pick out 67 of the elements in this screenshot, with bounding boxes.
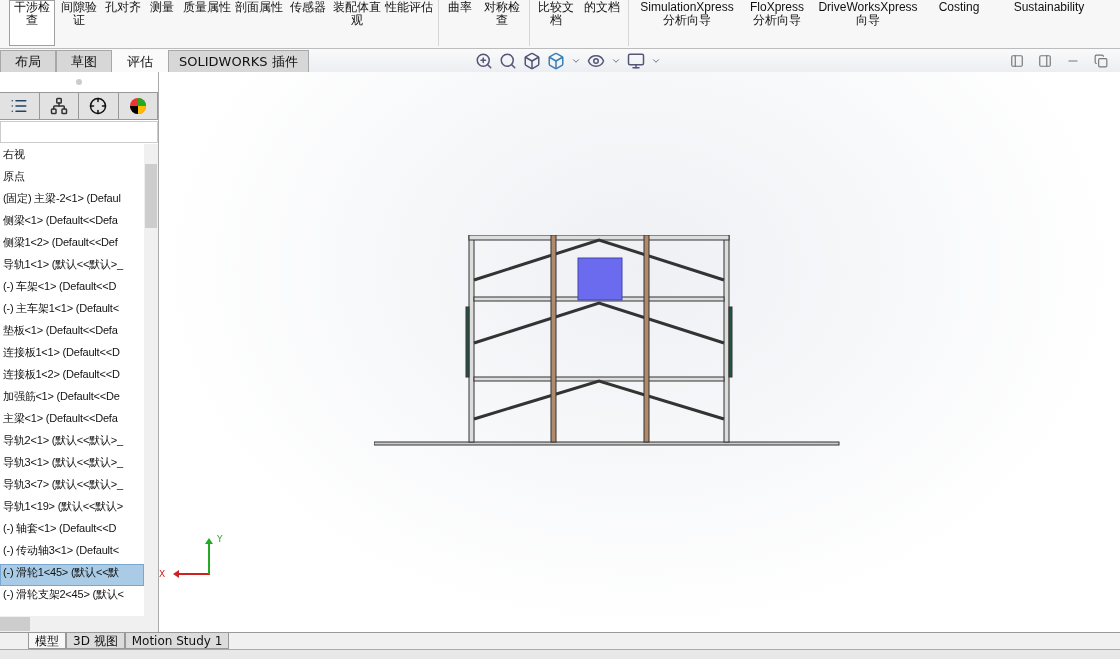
tree-item[interactable]: (-) 主车架1<1> (Default< [0, 300, 144, 322]
restore-icon[interactable] [1094, 54, 1108, 68]
view-tab[interactable]: 模型 [28, 633, 66, 649]
crosshair-icon [89, 97, 108, 115]
hierarchy-icon [49, 97, 68, 115]
ribbon-command[interactable]: SimulationXpress 分析向导 [632, 0, 742, 46]
tree-item[interactable]: 主梁<1> (Default<<Defa [0, 410, 144, 432]
ribbon-command[interactable]: 传感器 [285, 0, 331, 46]
tree-item[interactable]: 导轨1<1> (默认<<默认>_ [0, 256, 144, 278]
ribbon-command[interactable]: 性能评估 [383, 0, 435, 46]
zoom-icon[interactable] [475, 52, 493, 70]
eye-icon[interactable] [587, 52, 605, 70]
ribbon-command[interactable]: 曲率 [442, 0, 478, 46]
tree-item[interactable]: (-) 轴套<1> (Default<<D [0, 520, 144, 542]
caret-icon[interactable] [651, 56, 661, 66]
tree-item[interactable]: (-) 滑轮1<45> (默认<<默 [0, 564, 144, 586]
grip-dot[interactable] [76, 79, 82, 85]
tree-item[interactable]: 连接板1<2> (Default<<D [0, 366, 144, 388]
ribbon-command[interactable]: DriveWorksXpress 向导 [812, 0, 924, 46]
ribbon-command[interactable]: 测量 [143, 0, 181, 46]
caret-icon[interactable] [571, 56, 581, 66]
caret-icon[interactable] [611, 56, 621, 66]
monitor-icon[interactable] [627, 52, 645, 70]
ribbon-command[interactable]: Costing [924, 0, 994, 46]
panel-right-icon[interactable] [1038, 54, 1052, 68]
search-icon[interactable] [499, 52, 517, 70]
tree-item[interactable]: 原点 [0, 168, 144, 190]
panel-left-icon[interactable] [1010, 54, 1024, 68]
ribbon-command[interactable]: 间隙验证 [55, 0, 103, 46]
color-wheel-icon [128, 97, 147, 115]
tree-item[interactable]: 导轨3<1> (默认<<默认>_ [0, 454, 144, 476]
tree-item[interactable]: 垫板<1> (Default<<Defa [0, 322, 144, 344]
ribbon-command[interactable]: 对称检查 [478, 0, 526, 46]
tree-item[interactable]: 侧梁1<2> (Default<<Def [0, 234, 144, 256]
ribbon-command[interactable]: 质量属性 [181, 0, 233, 46]
tree-item[interactable]: 连接板1<1> (Default<<D [0, 344, 144, 366]
ribbon-command[interactable]: 剖面属性 [233, 0, 285, 46]
ribbon-command[interactable]: FloXpress 分析向导 [742, 0, 812, 46]
tree-item[interactable]: (-) 滑轮支架2<45> (默认< [0, 586, 144, 608]
axis-label: Y [217, 534, 223, 544]
ribbon-tab[interactable]: 草图 [56, 50, 112, 72]
ribbon-command[interactable]: 的文档 [579, 0, 625, 46]
tree-item[interactable]: 导轨3<7> (默认<<默认>_ [0, 476, 144, 498]
list-icon [10, 97, 29, 115]
ribbon-command[interactable]: 装配体直观 [331, 0, 383, 46]
view-tab[interactable]: Motion Study 1 [124, 633, 230, 649]
ribbon-command[interactable]: Sustainability [994, 0, 1104, 46]
cube-icon[interactable] [523, 52, 541, 70]
tree-item[interactable]: (固定) 主梁-2<1> (Defaul [0, 190, 144, 212]
ribbon-command[interactable]: 孔对齐 [103, 0, 143, 46]
ribbon-command[interactable]: 比较文档 [533, 0, 579, 46]
tree-item[interactable]: (-) 车架<1> (Default<<D [0, 278, 144, 300]
axis-label: X [159, 569, 166, 579]
ribbon-command[interactable]: 干涉检查 [9, 0, 55, 46]
tree-item[interactable]: 加强筋<1> (Default<<De [0, 388, 144, 410]
tree-item[interactable]: 导轨1<19> (默认<<默认> [0, 498, 144, 520]
ribbon-tab[interactable]: SOLIDWORKS 插件 [168, 50, 309, 72]
vertical-scrollbar[interactable] [144, 144, 158, 616]
cube-icon[interactable] [547, 52, 565, 70]
ribbon-tab[interactable]: 布局 [0, 50, 56, 72]
view-tab[interactable]: 3D 视图 [66, 633, 125, 649]
horizontal-scrollbar[interactable] [0, 616, 158, 632]
tree-item[interactable]: (-) 传动轴3<1> (Default< [0, 542, 144, 564]
tree-item[interactable]: 导轨2<1> (默认<<默认>_ [0, 432, 144, 454]
tree-item[interactable]: 右视 [0, 146, 144, 168]
filter-field[interactable] [0, 121, 158, 143]
tree-item[interactable]: 侧梁<1> (Default<<Defa [0, 212, 144, 234]
